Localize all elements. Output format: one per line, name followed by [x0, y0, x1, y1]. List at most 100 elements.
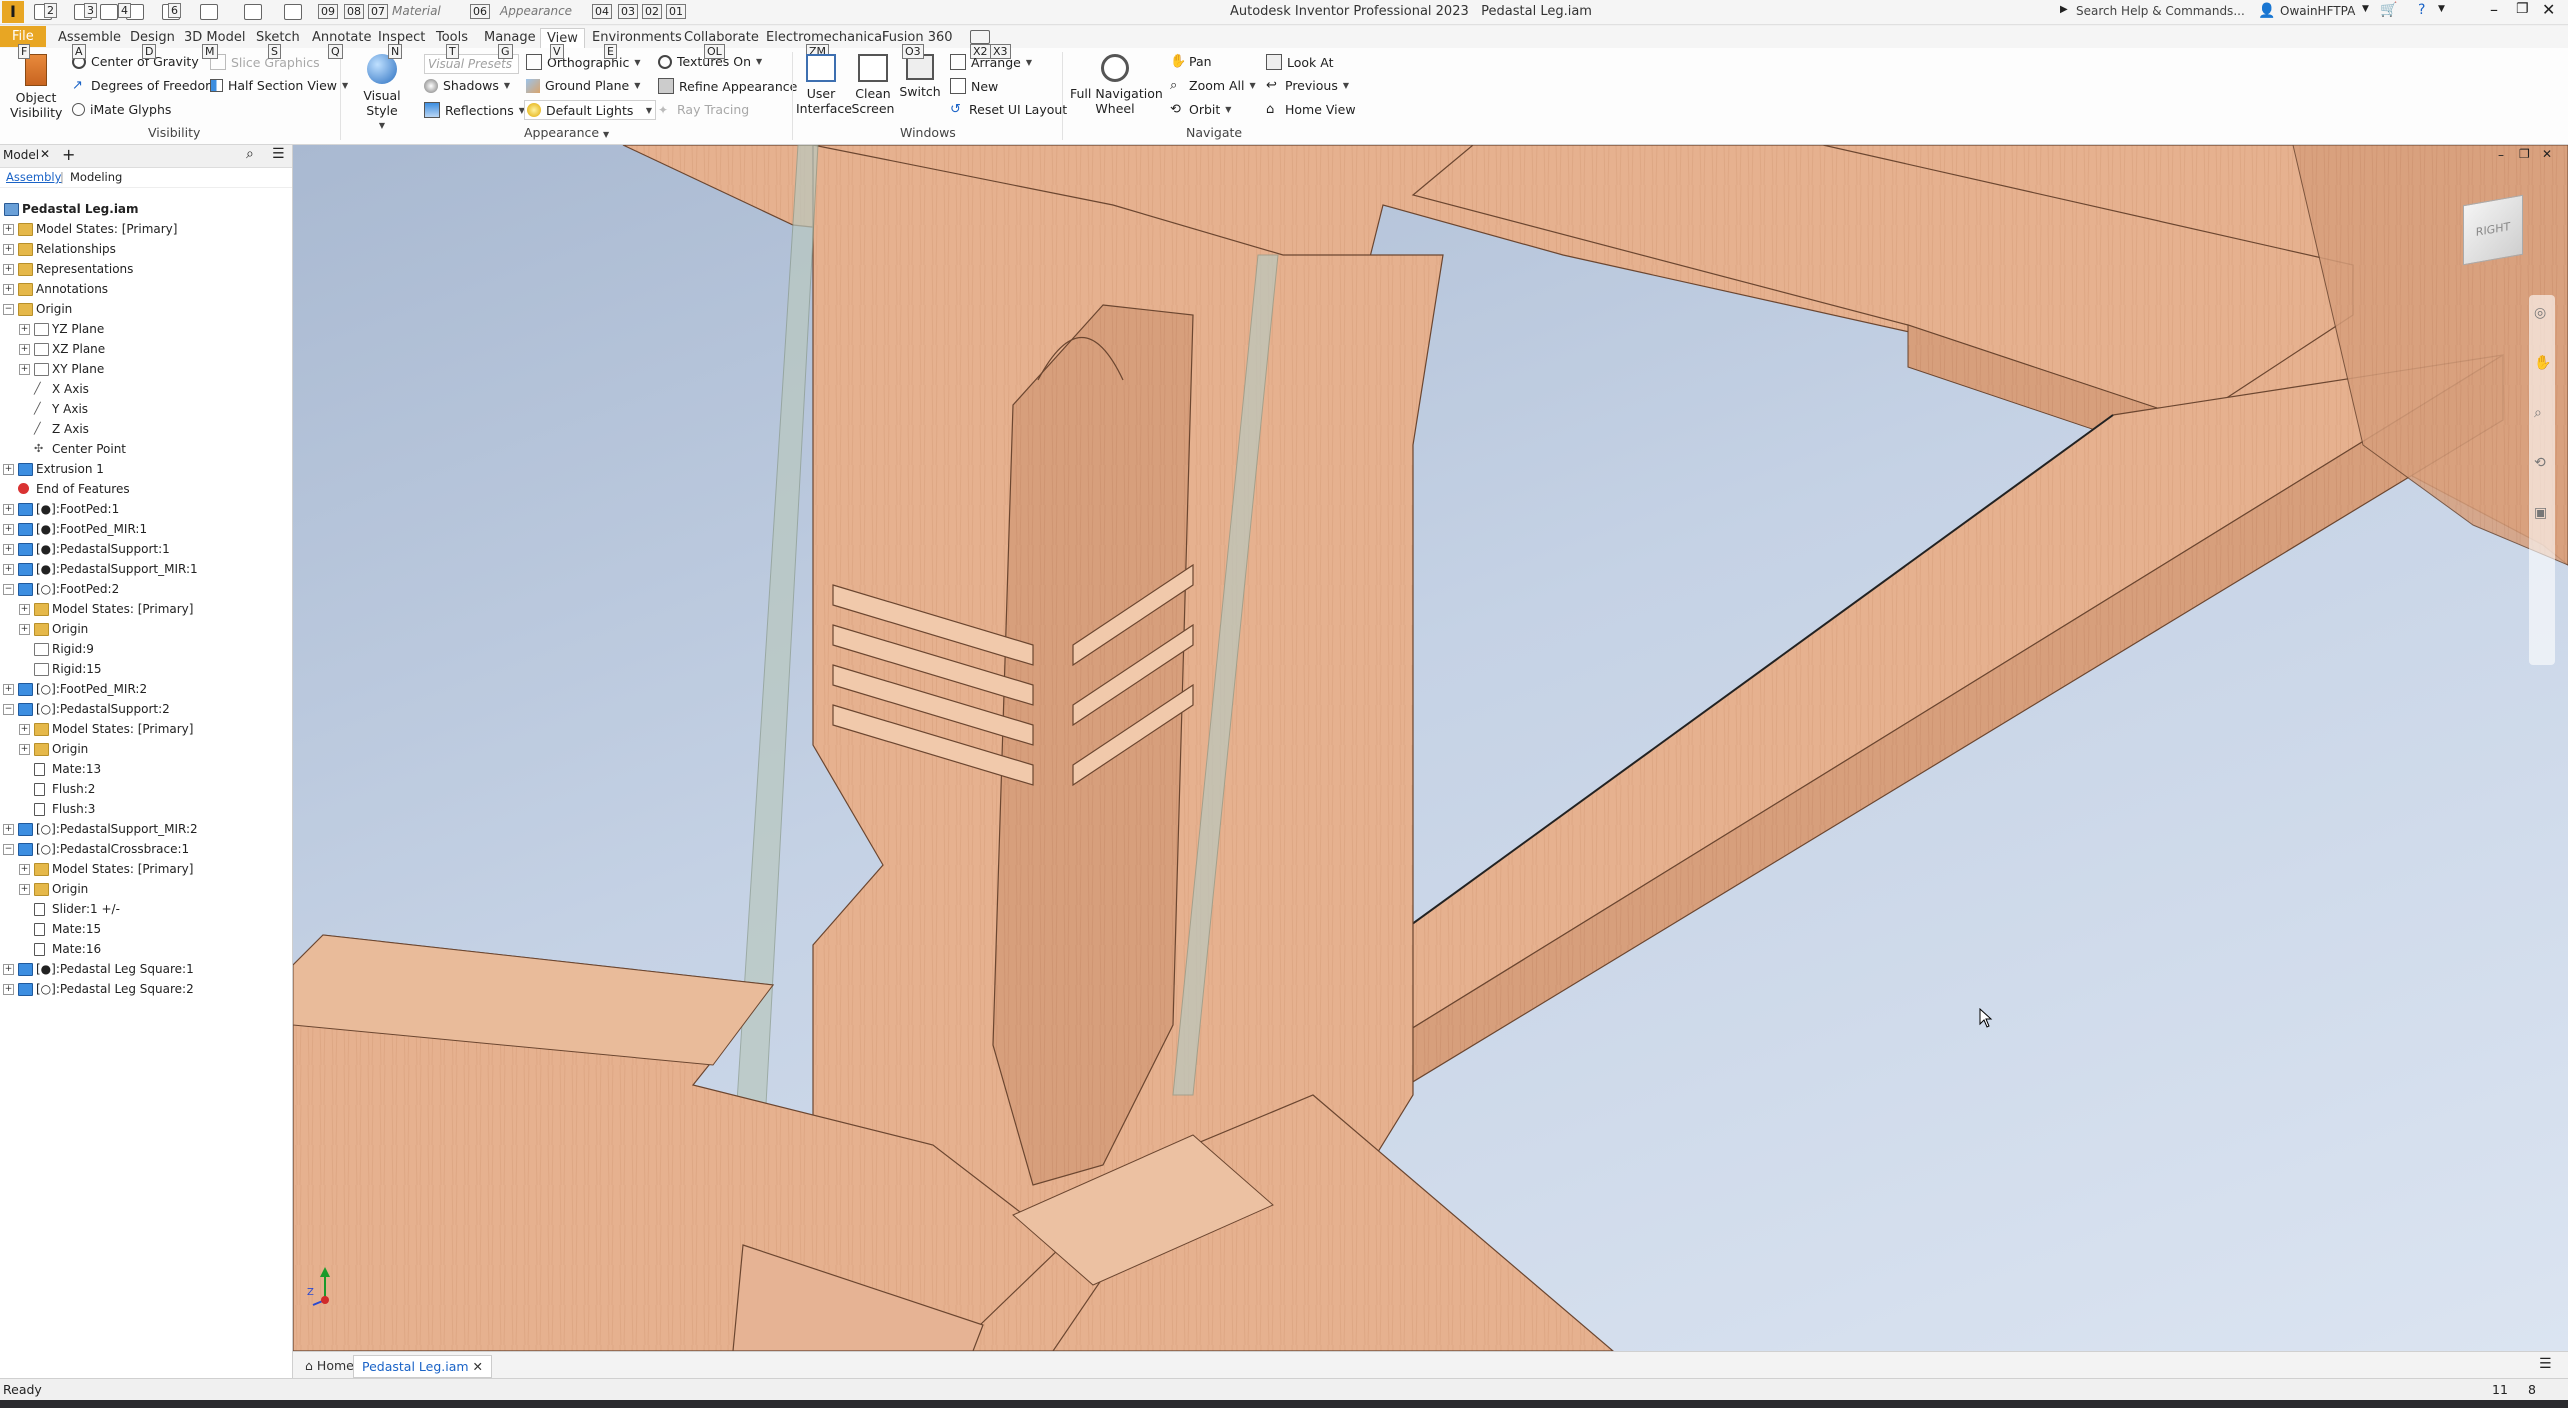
- expand-icon[interactable]: +: [3, 244, 14, 255]
- appearance-selector[interactable]: Appearance: [500, 4, 572, 18]
- return-icon[interactable]: [284, 4, 302, 20]
- expand-icon[interactable]: +: [3, 284, 14, 295]
- tree-node[interactable]: + [●]:Pedastal Leg Square:1: [0, 959, 194, 979]
- close-icon[interactable]: ✕: [40, 147, 50, 161]
- tree-node[interactable]: − [○]:FootPed:2: [0, 579, 119, 599]
- expand-icon[interactable]: +: [19, 324, 30, 335]
- model-tab[interactable]: Model: [3, 148, 39, 162]
- tree-node[interactable]: Mate:15: [0, 919, 101, 939]
- expand-icon[interactable]: +: [3, 544, 14, 555]
- tree-node[interactable]: + Relationships: [0, 239, 116, 259]
- view-cube[interactable]: RIGHT: [2463, 194, 2523, 266]
- modeling-view-tab[interactable]: Modeling: [70, 170, 122, 184]
- tree-node[interactable]: Slider:1 +/-: [0, 899, 120, 919]
- slice-graphics-button[interactable]: Slice Graphics: [210, 54, 320, 70]
- tree-node[interactable]: + Extrusion 1: [0, 459, 104, 479]
- orbit-button[interactable]: ⟲ Orbit ▼: [1170, 102, 1231, 117]
- tree-node[interactable]: + YZ Plane: [0, 319, 104, 339]
- viewport-minimize-icon[interactable]: –: [2498, 148, 2504, 162]
- tree-node[interactable]: + [○]:PedastalSupport_MIR:2: [0, 819, 198, 839]
- tree-node[interactable]: Mate:16: [0, 939, 101, 959]
- viewport-close-icon[interactable]: ✕: [2542, 147, 2552, 161]
- half-section-view-button[interactable]: Half Section View ▼: [210, 78, 348, 93]
- expand-icon[interactable]: +: [19, 884, 30, 895]
- reset-ui-layout-button[interactable]: ↺ Reset UI Layout: [950, 102, 1067, 117]
- panel-options-icon[interactable]: [970, 30, 990, 44]
- imate-glyphs-button[interactable]: iMate Glyphs: [72, 102, 171, 117]
- previous-view-button[interactable]: ↩ Previous ▼: [1266, 78, 1349, 93]
- collapse-icon[interactable]: −: [3, 304, 14, 315]
- object-visibility-button[interactable]: Object Visibility: [10, 54, 62, 120]
- save-icon[interactable]: [100, 4, 118, 20]
- tree-node[interactable]: + Model States: [Primary]: [0, 219, 177, 239]
- collapse-icon[interactable]: −: [3, 844, 14, 855]
- tree-node[interactable]: + Model States: [Primary]: [0, 599, 193, 619]
- user-interface-button[interactable]: User Interface: [796, 54, 852, 116]
- chevron-down-icon[interactable]: ▼: [2438, 4, 2445, 14]
- chevron-down-icon[interactable]: ▼: [2362, 4, 2369, 14]
- look-at-icon[interactable]: ▣: [2534, 505, 2547, 521]
- expand-icon[interactable]: +: [19, 344, 30, 355]
- tree-node[interactable]: + XZ Plane: [0, 339, 105, 359]
- expand-icon[interactable]: +: [3, 524, 14, 535]
- appearance-panel-label[interactable]: Appearance ▼: [524, 125, 609, 140]
- search-icon[interactable]: ⌕: [246, 146, 254, 162]
- expand-icon[interactable]: +: [19, 864, 30, 875]
- tree-node[interactable]: + Representations: [0, 259, 133, 279]
- tree-node[interactable]: + Origin: [0, 879, 88, 899]
- arrange-button[interactable]: Arrange ▼: [950, 54, 1032, 70]
- expand-icon[interactable]: +: [3, 684, 14, 695]
- new-window-button[interactable]: New: [950, 78, 998, 94]
- expand-icon[interactable]: +: [19, 604, 30, 615]
- minimize-icon[interactable]: –: [2490, 0, 2498, 19]
- visual-style-button[interactable]: Visual Style ▼: [350, 54, 414, 133]
- expand-icon[interactable]: +: [3, 504, 14, 515]
- zoom-icon[interactable]: ⌕: [2534, 405, 2542, 421]
- tab-assemble[interactable]: Assemble: [52, 28, 127, 47]
- expand-icon[interactable]: +: [3, 824, 14, 835]
- lighting-style-dropdown[interactable]: Default Lights ▼: [524, 100, 656, 120]
- tree-node[interactable]: ╱ Z Axis: [0, 419, 89, 439]
- viewport-maximize-icon[interactable]: ❐: [2519, 147, 2530, 161]
- tree-node[interactable]: + Model States: [Primary]: [0, 859, 193, 879]
- menu-icon[interactable]: ☰: [2539, 1356, 2552, 1372]
- home-view-button[interactable]: ⌂ Home View: [1266, 102, 1356, 117]
- tree-node[interactable]: Flush:2: [0, 779, 95, 799]
- select-icon[interactable]: [244, 4, 262, 20]
- expand-icon[interactable]: +: [19, 624, 30, 635]
- steering-wheel-icon[interactable]: ◎: [2534, 305, 2546, 321]
- tree-node[interactable]: + [●]:FootPed:1: [0, 499, 119, 519]
- tree-node[interactable]: + Origin: [0, 739, 88, 759]
- tree-node[interactable]: ╱ Y Axis: [0, 399, 88, 419]
- tree-node[interactable]: Mate:13: [0, 759, 101, 779]
- tree-node[interactable]: + [●]:PedastalSupport_MIR:1: [0, 559, 198, 579]
- expand-icon[interactable]: +: [3, 984, 14, 995]
- tree-node[interactable]: − [○]:PedastalCrossbrace:1: [0, 839, 189, 859]
- tree-node[interactable]: Rigid:9: [0, 639, 94, 659]
- tree-node[interactable]: + [●]:FootPed_MIR:1: [0, 519, 147, 539]
- graphics-viewport[interactable]: RIGHT – ❐ ✕ ◎ ✋ ⌕ ⟲ ▣ Z: [293, 145, 2568, 1351]
- close-window-icon[interactable]: ✕: [2542, 0, 2555, 19]
- expand-icon[interactable]: +: [19, 364, 30, 375]
- tree-node[interactable]: + Annotations: [0, 279, 108, 299]
- orbit-icon[interactable]: ⟲: [2534, 455, 2546, 471]
- ray-tracing-button[interactable]: ✦ Ray Tracing: [658, 102, 749, 117]
- help-search-input[interactable]: Search Help & Commands...: [2070, 2, 2256, 21]
- clean-screen-button[interactable]: Clean Screen: [850, 54, 896, 116]
- tree-node[interactable]: − [○]:PedastalSupport:2: [0, 699, 170, 719]
- collapse-icon[interactable]: −: [3, 584, 14, 595]
- zoom-all-button[interactable]: ⌕ Zoom All ▼: [1170, 78, 1256, 93]
- tree-node[interactable]: + XY Plane: [0, 359, 104, 379]
- tree-node[interactable]: Flush:3: [0, 799, 95, 819]
- tree-node[interactable]: ╱ X Axis: [0, 379, 89, 399]
- tab-environments[interactable]: Environments: [586, 28, 688, 47]
- tree-node[interactable]: Rigid:15: [0, 659, 102, 679]
- look-at-button[interactable]: Look At: [1266, 54, 1333, 70]
- user-name[interactable]: OwainHFTPA: [2280, 4, 2355, 18]
- expand-icon[interactable]: +: [3, 464, 14, 475]
- shadows-button[interactable]: Shadows ▼: [424, 78, 510, 93]
- tree-root[interactable]: Pedastal Leg.iam: [4, 199, 139, 219]
- expand-icon[interactable]: +: [19, 724, 30, 735]
- inventor-logo-icon[interactable]: I: [2, 1, 24, 23]
- material-selector[interactable]: Material: [392, 4, 441, 18]
